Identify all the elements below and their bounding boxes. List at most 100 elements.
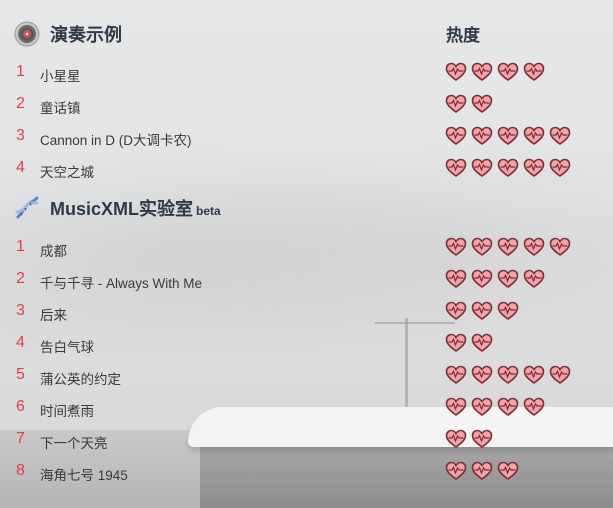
heart-icon <box>445 237 467 256</box>
song-list-panel: 演奏示例 热度 1 小星星 2 童话镇 3 Cannon in D (D大调卡农… <box>0 0 613 508</box>
heart-icon <box>523 365 545 384</box>
heart-icon <box>497 365 519 384</box>
heat-rating <box>445 237 571 257</box>
heart-icon <box>471 62 493 81</box>
song-rank: 1 <box>16 238 25 255</box>
heart-icon <box>471 397 493 416</box>
heart-icon <box>471 333 493 352</box>
song-row[interactable]: 7 下一个天亮 <box>0 425 613 455</box>
heat-rating <box>445 461 519 481</box>
section-title: 演奏示例 <box>50 25 122 45</box>
section-header-musicxml: MusicXML实验室 beta <box>14 193 221 223</box>
song-title-link[interactable]: 小星星 <box>40 65 81 85</box>
heart-icon <box>445 62 467 81</box>
heat-rating <box>445 397 545 417</box>
heart-icon <box>549 365 571 384</box>
song-title-link[interactable]: 告白气球 <box>40 336 94 356</box>
heart-icon <box>497 62 519 81</box>
heart-icon <box>471 461 493 480</box>
song-row[interactable]: 4 告白气球 <box>0 329 613 359</box>
song-title-link[interactable]: 蒲公英的约定 <box>40 368 121 388</box>
heart-icon <box>445 126 467 145</box>
heart-icon <box>471 269 493 288</box>
song-row[interactable]: 1 成都 <box>0 233 613 263</box>
heat-rating <box>445 62 545 82</box>
heart-icon <box>445 301 467 320</box>
heat-column-header: 热度 <box>446 26 480 45</box>
heat-rating <box>445 94 493 114</box>
heart-icon <box>549 237 571 256</box>
heat-rating <box>445 158 571 178</box>
song-rank: 2 <box>16 270 25 287</box>
song-row[interactable]: 4 天空之城 <box>0 154 613 184</box>
heart-icon <box>471 158 493 177</box>
dna-helix-icon <box>14 195 40 221</box>
song-rank: 4 <box>16 334 25 351</box>
heat-rating <box>445 301 519 321</box>
heart-icon <box>471 94 493 113</box>
heart-icon <box>523 269 545 288</box>
song-rank: 5 <box>16 366 25 383</box>
heart-icon <box>549 126 571 145</box>
heart-icon <box>445 365 467 384</box>
heart-icon <box>445 333 467 352</box>
heart-icon <box>445 397 467 416</box>
song-title-link[interactable]: 海角七号 1945 <box>40 464 128 484</box>
heart-icon <box>471 301 493 320</box>
song-title-link[interactable]: 时间煮雨 <box>40 400 94 420</box>
heat-rating <box>445 429 493 449</box>
song-title-link[interactable]: 千与千寻 - Always With Me <box>40 272 202 292</box>
heart-icon <box>471 126 493 145</box>
heart-icon <box>497 397 519 416</box>
heart-icon <box>549 158 571 177</box>
song-rank: 4 <box>16 159 25 176</box>
heart-icon <box>445 429 467 448</box>
song-rank: 3 <box>16 302 25 319</box>
heart-icon <box>497 158 519 177</box>
vinyl-record-icon <box>14 21 40 47</box>
heart-icon <box>471 429 493 448</box>
song-row[interactable]: 8 海角七号 1945 <box>0 457 613 487</box>
heat-rating <box>445 269 545 289</box>
song-row[interactable]: 3 Cannon in D (D大调卡农) <box>0 122 613 152</box>
heart-icon <box>523 126 545 145</box>
heart-icon <box>497 126 519 145</box>
heart-icon <box>523 62 545 81</box>
song-row[interactable]: 3 后来 <box>0 297 613 327</box>
heat-rating <box>445 126 571 146</box>
song-row[interactable]: 1 小星星 <box>0 58 613 88</box>
heart-icon <box>445 461 467 480</box>
song-title-link[interactable]: 后来 <box>40 304 67 324</box>
song-rank: 6 <box>16 398 25 415</box>
heart-icon <box>523 158 545 177</box>
section-title: MusicXML实验室 <box>50 199 194 219</box>
heart-icon <box>497 461 519 480</box>
song-title-link[interactable]: 童话镇 <box>40 97 81 117</box>
song-row[interactable]: 2 千与千寻 - Always With Me <box>0 265 613 295</box>
song-title-link[interactable]: 下一个天亮 <box>40 432 108 452</box>
heart-icon <box>471 237 493 256</box>
song-title-link[interactable]: 成都 <box>40 240 67 260</box>
song-rank: 2 <box>16 95 25 112</box>
song-title-link[interactable]: 天空之城 <box>40 161 94 181</box>
song-rank: 1 <box>16 63 25 80</box>
heart-icon <box>445 269 467 288</box>
song-rank: 8 <box>16 462 25 479</box>
song-row[interactable]: 2 童话镇 <box>0 90 613 120</box>
heart-icon <box>497 237 519 256</box>
song-row[interactable]: 5 蒲公英的约定 <box>0 361 613 391</box>
song-row[interactable]: 6 时间煮雨 <box>0 393 613 423</box>
section-header-yanzou: 演奏示例 <box>14 19 122 49</box>
beta-badge: beta <box>196 204 221 218</box>
heat-rating <box>445 333 493 353</box>
heart-icon <box>523 237 545 256</box>
heat-rating <box>445 365 571 385</box>
song-rank: 3 <box>16 127 25 144</box>
heart-icon <box>445 158 467 177</box>
heart-icon <box>497 269 519 288</box>
song-title-link[interactable]: Cannon in D (D大调卡农) <box>40 129 192 149</box>
heart-icon <box>445 94 467 113</box>
heart-icon <box>471 365 493 384</box>
song-rank: 7 <box>16 430 25 447</box>
heart-icon <box>497 301 519 320</box>
